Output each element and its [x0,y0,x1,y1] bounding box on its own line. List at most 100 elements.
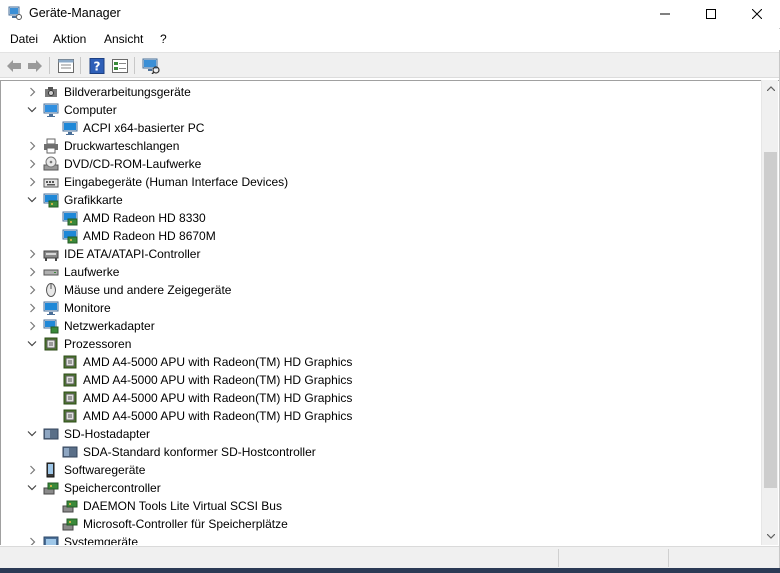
scroll-down-button[interactable] [762,528,779,545]
minimize-icon [660,13,670,15]
tree-category[interactable]: Netzwerkadapter [1,317,761,335]
monitor-icon [62,121,78,135]
scan-hardware-icon [142,58,160,74]
tree-item-label: AMD A4-5000 APU with Radeon(TM) HD Graph… [83,373,353,387]
menu-aktion[interactable]: Aktion [51,32,88,46]
chevron-right-icon[interactable] [27,140,37,152]
chevron-down-icon[interactable] [27,194,37,206]
drive-icon [43,269,59,276]
ide-controller-icon [43,250,59,261]
help-button[interactable]: ? [87,56,107,75]
tree-item-label: Systemgeräte [64,535,139,545]
back-button[interactable] [4,56,24,75]
menu-ansicht[interactable]: Ansicht [102,32,145,46]
tree-device[interactable]: Microsoft-Controller für Speicherplätze [1,515,761,533]
minimize-button[interactable] [642,0,688,28]
tree-device[interactable]: ACPI x64-basierter PC [1,119,761,137]
tree-item-label: AMD A4-5000 APU with Radeon(TM) HD Graph… [83,409,353,423]
tree-category[interactable]: Druckwarteschlangen [1,137,761,155]
chevron-right-icon[interactable] [27,320,37,332]
back-arrow-icon [7,59,21,72]
tree-device[interactable]: DAEMON Tools Lite Virtual SCSI Bus [1,497,761,515]
chevron-right-icon[interactable] [27,86,37,98]
display-adapter-icon [62,229,78,244]
processor-icon [63,409,77,423]
chevron-down-icon [766,534,775,539]
properties-icon [58,58,74,73]
menu-help[interactable]: ? [158,32,169,46]
close-button[interactable] [734,0,780,28]
tree-category[interactable]: Laufwerke [1,263,761,281]
scan-hardware-button[interactable] [141,56,161,75]
computer-icon [43,103,59,117]
device-tree[interactable]: Bildverarbeitungsgeräte Computer ACPI x64-… [0,80,779,545]
tree-device[interactable]: AMD A4-5000 APU with Radeon(TM) HD Graph… [1,353,761,371]
tree-category[interactable]: Mäuse und andere Zeigegeräte [1,281,761,299]
tree-category[interactable]: Prozessoren [1,335,761,353]
tree-device[interactable]: AMD Radeon HD 8330 [1,209,761,227]
tree-item-label: Computer [64,103,117,117]
keyboard-icon [43,178,59,188]
help-icon: ? [89,57,105,74]
tree-item-label: AMD A4-5000 APU with Radeon(TM) HD Graph… [83,391,353,405]
tree-category[interactable]: DVD/CD-ROM-Laufwerke [1,155,761,173]
title-bar: Geräte-Manager [0,0,780,28]
toolbar-separator [49,57,50,74]
menu-bar: Datei Aktion Ansicht ? [0,29,780,50]
chevron-right-icon[interactable] [27,302,37,314]
tree-category[interactable]: Speichercontroller [1,479,761,497]
sd-host-icon [43,428,59,440]
tree-item-label: Microsoft-Controller für Speicherplätze [83,517,288,531]
chevron-down-icon[interactable] [27,104,37,116]
chevron-down-icon[interactable] [27,428,37,440]
svg-text:?: ? [94,59,101,73]
tree-category[interactable]: Monitore [1,299,761,317]
forward-button[interactable] [25,56,45,75]
tree-device[interactable]: AMD A4-5000 APU with Radeon(TM) HD Graph… [1,389,761,407]
chevron-right-icon[interactable] [27,536,37,545]
tree-category[interactable]: Softwaregeräte [1,461,761,479]
menu-datei[interactable]: Datei [8,32,40,46]
tree-category[interactable]: Eingabegeräte (Human Interface Devices) [1,173,761,191]
tree-category[interactable]: Computer [1,101,761,119]
chevron-down-icon[interactable] [27,482,37,494]
chevron-right-icon[interactable] [27,176,37,188]
tree-item-label: Speichercontroller [64,481,161,495]
tree-device[interactable]: AMD Radeon HD 8670M [1,227,761,245]
tree-category[interactable]: Bildverarbeitungsgeräte [1,83,761,101]
network-icon [43,319,59,334]
tree-item-label: Grafikkarte [64,193,123,207]
maximize-button[interactable] [688,0,734,28]
chevron-right-icon[interactable] [27,464,37,476]
chevron-down-icon[interactable] [27,338,37,350]
display-adapter-icon [43,193,59,208]
storage-controller-icon [62,518,78,531]
scroll-thumb[interactable] [764,152,777,488]
chevron-right-icon[interactable] [27,266,37,278]
properties-button[interactable] [56,56,76,75]
processor-icon [63,391,77,405]
storage-controller-icon [43,482,59,495]
tree-device[interactable]: AMD A4-5000 APU with Radeon(TM) HD Graph… [1,371,761,389]
tree-device[interactable]: AMD A4-5000 APU with Radeon(TM) HD Graph… [1,407,761,425]
tree-device[interactable]: SDA-Standard konformer SD-Hostcontroller [1,443,761,461]
printer-icon [44,138,58,154]
vertical-scrollbar[interactable] [761,80,778,545]
details-view-button[interactable] [110,56,130,75]
sd-host-icon [62,446,78,458]
tree-item-label: Softwaregeräte [64,463,146,477]
tree-category[interactable]: Systemgeräte [1,533,761,545]
chevron-right-icon[interactable] [27,158,37,170]
tree-category[interactable]: SD-Hostadapter [1,425,761,443]
scroll-up-button[interactable] [762,80,779,97]
chevron-right-icon[interactable] [27,248,37,260]
status-cell-3 [668,549,778,567]
chevron-right-icon[interactable] [27,284,37,296]
processor-icon [44,337,58,351]
tree-category[interactable]: IDE ATA/ATAPI-Controller [1,245,761,263]
tree-item-label: Laufwerke [64,265,120,279]
chevron-up-icon [766,86,775,91]
storage-controller-icon [62,500,78,513]
tree-item-label: Netzwerkadapter [64,319,155,333]
tree-category[interactable]: Grafikkarte [1,191,761,209]
